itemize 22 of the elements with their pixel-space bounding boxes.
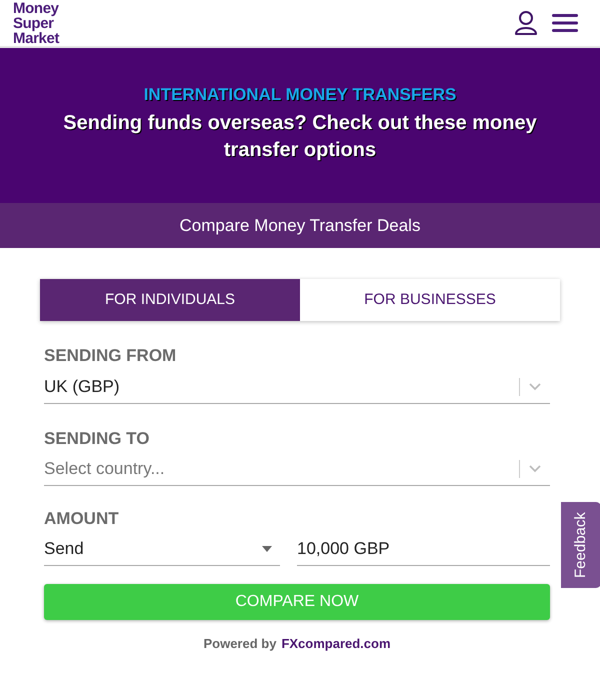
country-select[interactable]: Select country...: [44, 453, 550, 486]
hero-title: Sending funds overseas? Check out these money transfer options: [62, 110, 538, 162]
compare-bar-label: Compare Money Transfer Deals: [180, 214, 420, 237]
fxcompared-link[interactable]: FXcompared.com: [281, 634, 391, 653]
menu-icon[interactable]: [552, 13, 578, 33]
field-label: SENDING TO: [44, 428, 150, 450]
tab[interactable]: FOR BUSINESSES: [300, 279, 560, 321]
select-value: Send: [44, 538, 85, 560]
caret-down-icon: [262, 546, 272, 552]
select-placeholder: Select country...: [44, 458, 166, 480]
mode-select[interactable]: Send: [44, 534, 280, 566]
select-value: UK (GBP): [44, 376, 121, 398]
field-label: AMOUNT: [44, 508, 120, 530]
hero-kicker: INTERNATIONAL MONEY TRANSFERS: [144, 84, 456, 106]
logo[interactable]: Money Super Market: [13, 0, 60, 46]
user-icon[interactable]: [514, 10, 538, 36]
field-label: SENDING FROM: [44, 345, 178, 367]
feedback-tab[interactable]: Feedback: [561, 502, 600, 588]
country-select[interactable]: UK (GBP): [44, 370, 550, 404]
powered-by-text: Powered by: [203, 634, 276, 653]
tab[interactable]: FOR INDIVIDUALS: [40, 279, 300, 321]
amount-field[interactable]: 10,000 GBP: [297, 534, 550, 566]
